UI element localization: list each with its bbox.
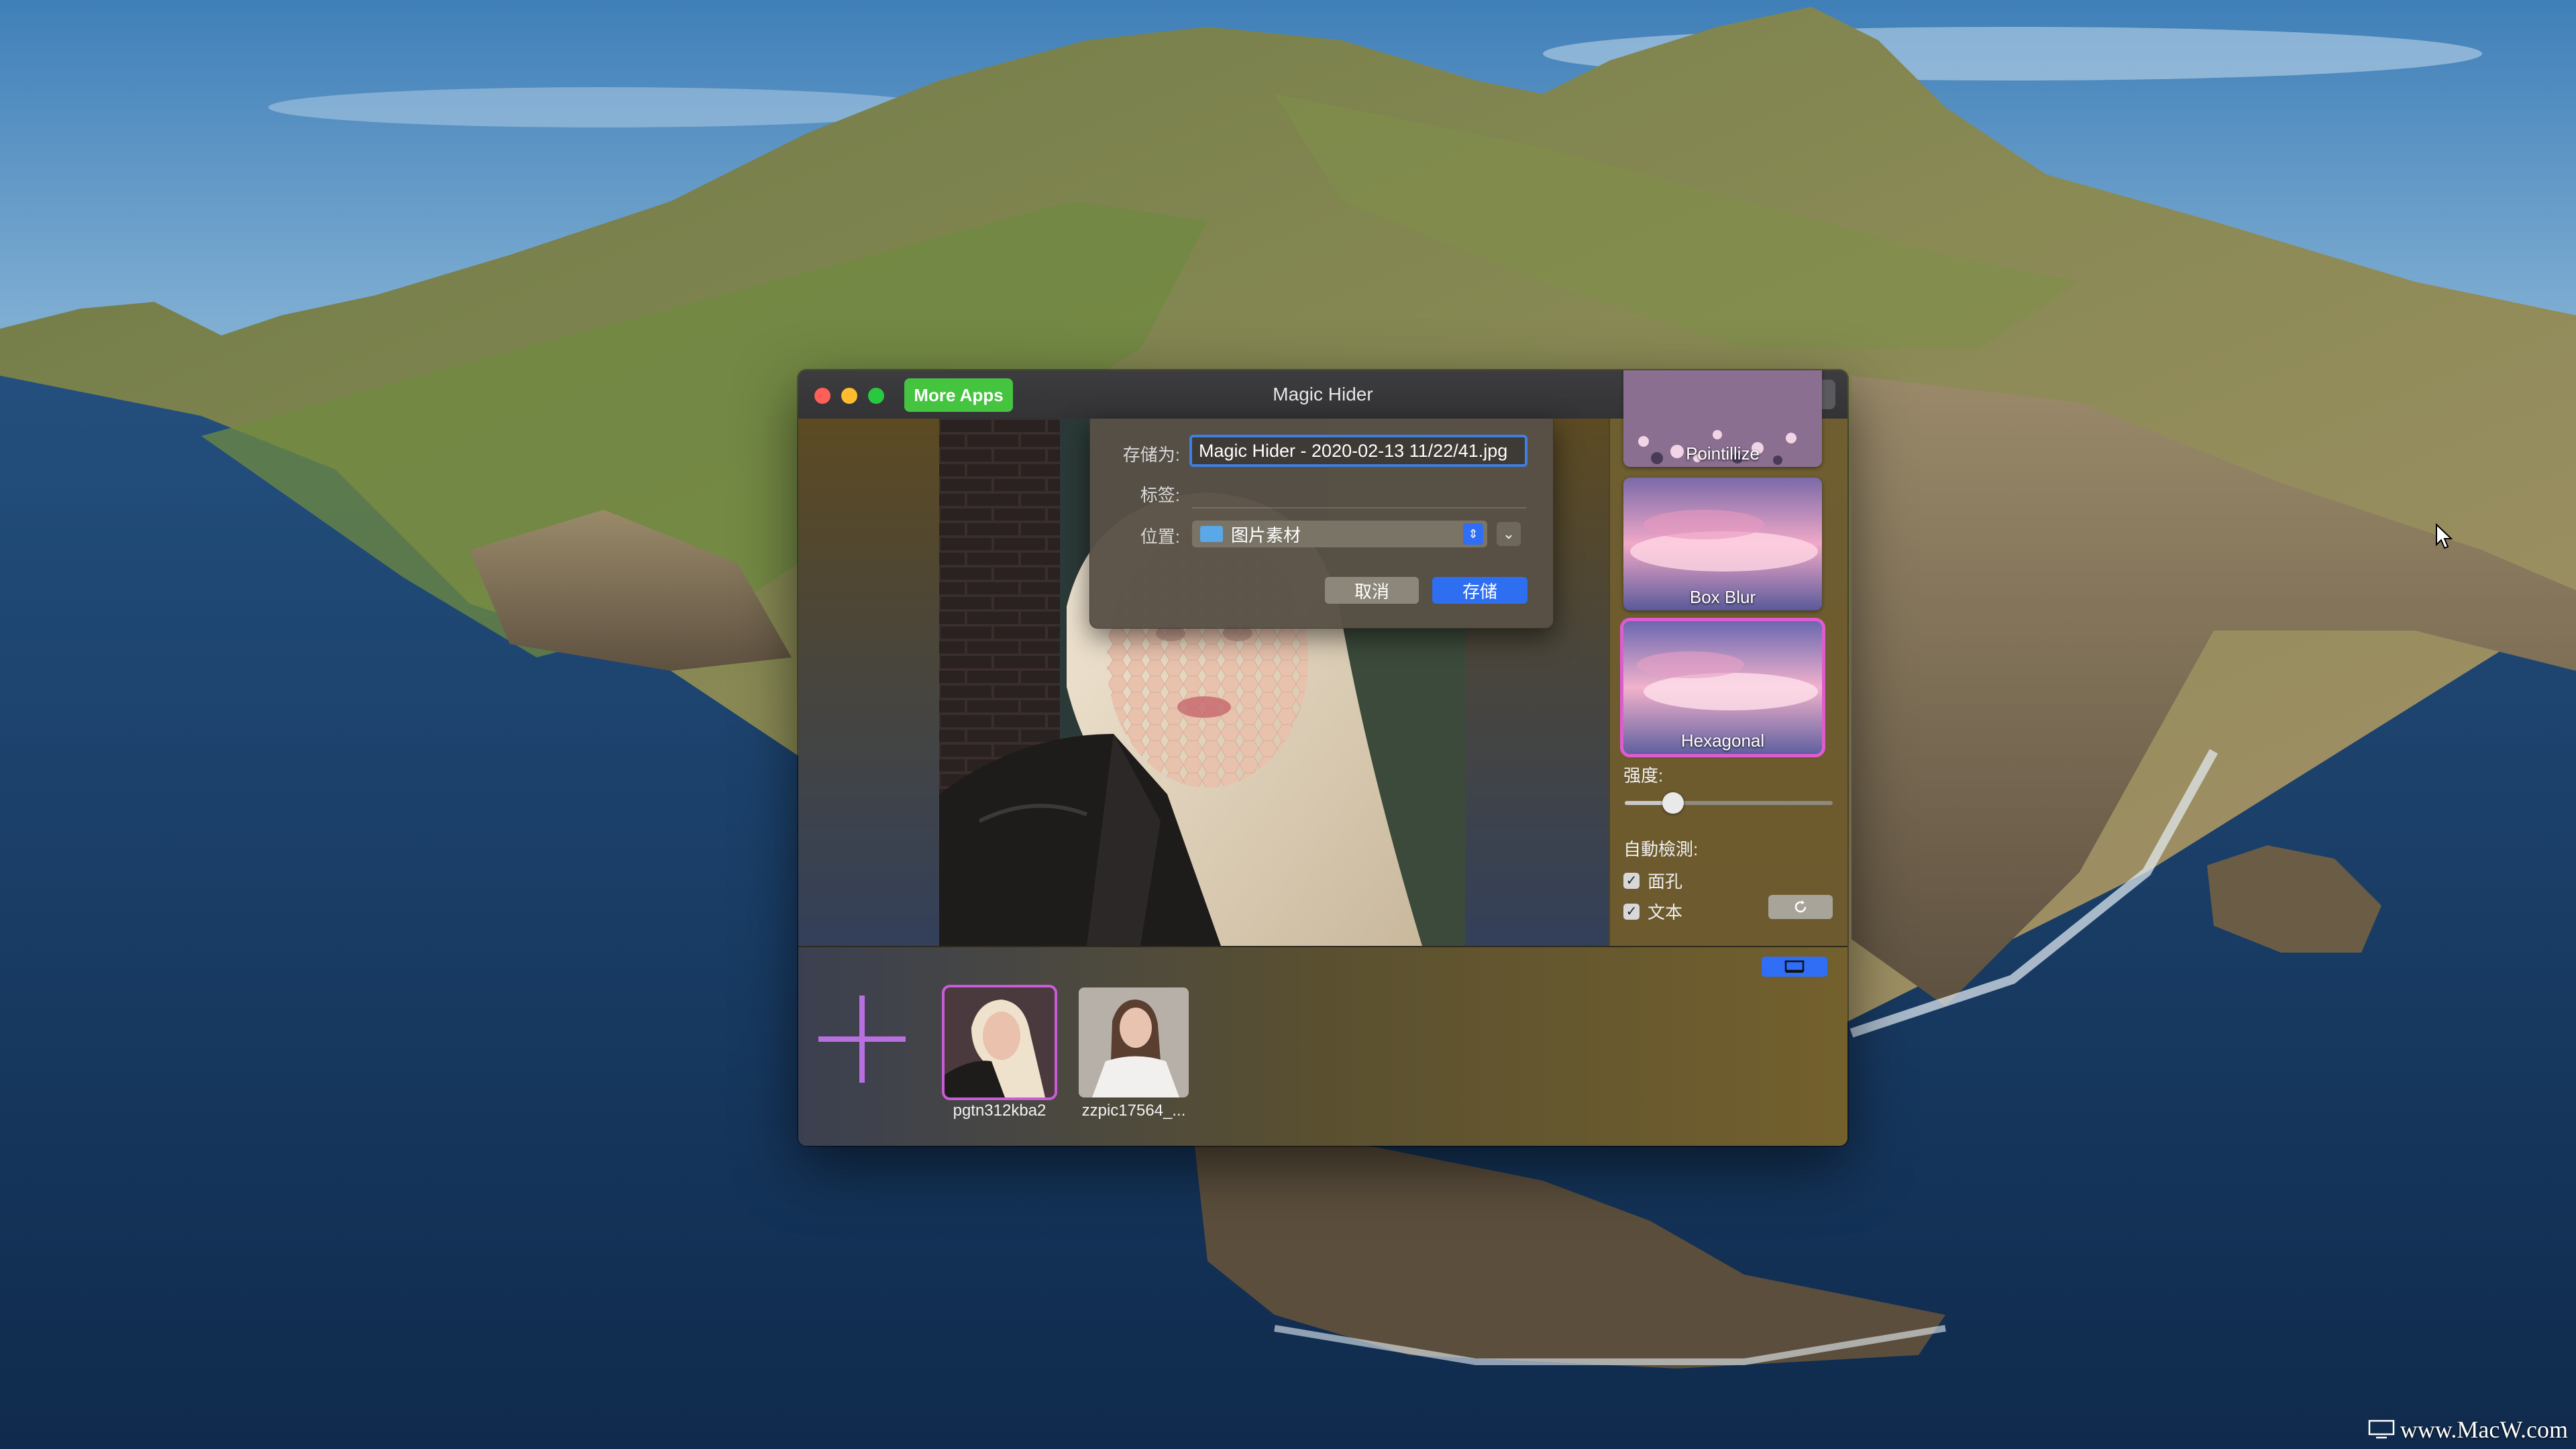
tags-label: 标签:	[1140, 485, 1180, 505]
face-checkbox-label: 面孔	[1648, 871, 1683, 892]
expand-dialog-button[interactable]: ⌄	[1497, 522, 1521, 546]
slider-knob[interactable]	[1662, 792, 1684, 814]
filename-input[interactable]	[1189, 435, 1527, 467]
monitor-icon	[2368, 1419, 2394, 1439]
save-dialog: 存储为: 标签: 位置: 图片素材 ⇕ ⌄ 取消 存储	[1089, 419, 1554, 629]
redetect-button[interactable]	[1768, 895, 1833, 919]
face-checkbox[interactable]: ✓ 面孔	[1623, 868, 1682, 893]
filter-label: Box Blur	[1689, 587, 1756, 607]
watermark-text: www.MacW.com	[2400, 1416, 2568, 1443]
refresh-icon	[1794, 900, 1807, 913]
location-value: 图片素材	[1231, 525, 1301, 545]
thumbnail-strip: pgtn312kba2 zzpic17564_...	[798, 946, 1847, 1146]
filter-label: Pointillize	[1686, 443, 1760, 464]
mouse-cursor-icon	[2436, 523, 2453, 549]
location-label: 位置:	[1140, 527, 1180, 547]
filter-label: Hexagonal	[1680, 731, 1765, 751]
filter-box-blur[interactable]: Box Blur	[1623, 478, 1822, 610]
checkmark-icon: ✓	[1623, 872, 1640, 889]
location-select[interactable]: 图片素材 ⇕	[1192, 521, 1487, 547]
chevron-updown-icon: ⇕	[1463, 523, 1483, 545]
monitor-icon	[1784, 960, 1805, 973]
app-window: More Apps Magic Hider Pointillize Box Bl…	[798, 370, 1847, 1146]
thumbnail-1[interactable]	[942, 985, 1057, 1100]
checkmark-icon: ✓	[1623, 903, 1640, 920]
effects-panel: Pointillize Box Blur Hexagonal 强度: 自動檢測:…	[1609, 370, 1847, 946]
view-toggle-button[interactable]	[1762, 957, 1827, 977]
thumbnail-1-label: pgtn312kba2	[953, 1102, 1046, 1120]
thumbnail-2[interactable]	[1079, 987, 1189, 1097]
text-checkbox[interactable]: ✓ 文本	[1623, 899, 1682, 924]
save-button[interactable]: 存储	[1432, 577, 1527, 604]
add-image-button[interactable]	[818, 996, 906, 1083]
tags-field[interactable]	[1192, 482, 1526, 508]
watermark: www.MacW.com	[2368, 1415, 2568, 1444]
auto-detect-label: 自動檢測:	[1623, 839, 1699, 859]
folder-icon	[1200, 526, 1223, 542]
save-as-label: 存储为:	[1122, 445, 1180, 465]
chevron-down-icon: ⌄	[1502, 525, 1515, 542]
filter-hexagonal[interactable]: Hexagonal	[1620, 618, 1825, 757]
intensity-label: 强度:	[1623, 765, 1664, 786]
cancel-button[interactable]: 取消	[1325, 577, 1419, 604]
intensity-slider[interactable]	[1625, 792, 1833, 814]
text-checkbox-label: 文本	[1648, 902, 1683, 922]
thumbnail-2-label: zzpic17564_...	[1081, 1102, 1186, 1120]
filter-pointillize[interactable]: Pointillize	[1623, 370, 1822, 467]
